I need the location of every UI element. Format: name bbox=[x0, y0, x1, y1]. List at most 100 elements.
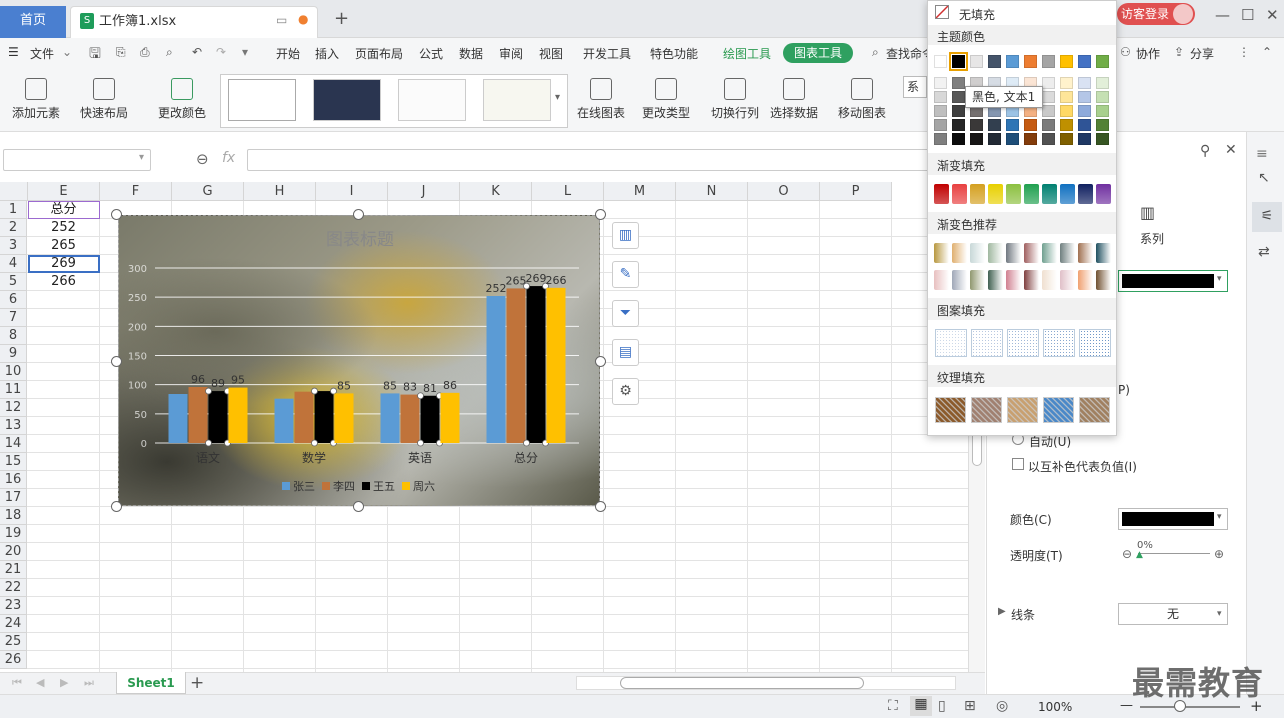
theme-color-1[interactable] bbox=[949, 52, 968, 71]
gradient-rec-a-1[interactable] bbox=[952, 243, 967, 263]
resize-handle-r[interactable] bbox=[595, 356, 606, 367]
theme-shade-0-8[interactable] bbox=[1078, 77, 1091, 89]
row-header-4[interactable]: 4 bbox=[0, 255, 27, 273]
online-chart-button[interactable]: 在线图表 bbox=[570, 78, 632, 121]
gradient-rec-a-3[interactable] bbox=[988, 243, 1003, 263]
horizontal-scroll-thumb[interactable] bbox=[620, 677, 864, 689]
theme-shade-4-8[interactable] bbox=[1078, 133, 1091, 145]
row-header-7[interactable]: 7 bbox=[0, 309, 27, 327]
tab-home[interactable]: 首页 bbox=[0, 6, 66, 38]
theme-shade-2-8[interactable] bbox=[1078, 105, 1091, 117]
pattern-swatch-3[interactable] bbox=[1043, 329, 1075, 357]
strip-collapse-icon[interactable]: ≡ bbox=[1256, 146, 1268, 162]
legend-label-3[interactable]: 周六 bbox=[413, 480, 435, 493]
change-color-button[interactable]: 更改颜色 bbox=[152, 78, 212, 121]
legend-label-0[interactable]: 张三 bbox=[293, 480, 315, 493]
theme-shade-4-5[interactable] bbox=[1024, 133, 1037, 145]
col-header-h[interactable]: H bbox=[244, 182, 316, 201]
chart-online-icon[interactable]: ▤ bbox=[612, 339, 639, 366]
row-header-22[interactable]: 22 bbox=[0, 579, 27, 597]
gradient-rec-b-8[interactable] bbox=[1078, 270, 1093, 290]
minimize-icon[interactable]: — bbox=[1215, 6, 1230, 24]
chart-elements-icon[interactable]: ▥ bbox=[612, 222, 639, 249]
move-chart-button[interactable]: 移动图表 bbox=[834, 78, 890, 121]
gradient-rec-b-6[interactable] bbox=[1042, 270, 1057, 290]
bar-0-3[interactable] bbox=[228, 387, 248, 443]
reading-mode-icon[interactable]: ◎ bbox=[996, 698, 1008, 714]
texture-swatch-3[interactable] bbox=[1043, 397, 1074, 423]
theme-shade-0-9[interactable] bbox=[1096, 77, 1109, 89]
bar-select-handle-1-tl[interactable] bbox=[311, 387, 318, 395]
theme-shade-3-1[interactable] bbox=[952, 119, 965, 131]
menu-formula[interactable]: 公式 bbox=[419, 45, 443, 62]
close-panel-icon[interactable]: ✕ bbox=[1225, 142, 1237, 158]
gradient-rec-b-4[interactable] bbox=[1006, 270, 1021, 290]
redo-icon[interactable]: ↷ bbox=[216, 45, 226, 59]
expand-line-icon[interactable]: ▶ bbox=[998, 606, 1006, 617]
theme-shade-0-0[interactable] bbox=[934, 77, 947, 89]
menu-data[interactable]: 数据 bbox=[459, 45, 483, 62]
row-header-16[interactable]: 16 bbox=[0, 471, 27, 489]
menu-draw-tools[interactable]: 绘图工具 bbox=[723, 45, 771, 62]
sheet-tab-sheet1[interactable]: Sheet1 bbox=[116, 672, 186, 694]
new-tab-icon[interactable]: + bbox=[334, 8, 349, 29]
gradient-rec-b-3[interactable] bbox=[988, 270, 1003, 290]
pattern-swatch-4[interactable] bbox=[1079, 329, 1111, 357]
row-header-10[interactable]: 10 bbox=[0, 363, 27, 381]
no-fill-icon[interactable] bbox=[935, 5, 949, 19]
legend-label-2[interactable]: 王五 bbox=[373, 480, 395, 493]
line-dropdown-icon[interactable]: ▾ bbox=[1217, 604, 1222, 624]
theme-color-7[interactable] bbox=[1060, 55, 1073, 68]
bar-3-3[interactable] bbox=[546, 287, 566, 443]
collab-button[interactable]: 协作 bbox=[1136, 45, 1160, 62]
col-header-m[interactable]: M bbox=[604, 182, 676, 201]
theme-shade-3-6[interactable] bbox=[1042, 119, 1055, 131]
chevron-down-icon[interactable]: ⌄ bbox=[62, 45, 72, 59]
row-header-25[interactable]: 25 bbox=[0, 633, 27, 651]
chart-style-1[interactable] bbox=[228, 79, 296, 121]
theme-color-4[interactable] bbox=[1006, 55, 1019, 68]
theme-shade-2-0[interactable] bbox=[934, 105, 947, 117]
theme-shade-2-6[interactable] bbox=[1042, 105, 1055, 117]
select-data-button[interactable]: 选择数据 bbox=[766, 78, 822, 121]
bar-3-1[interactable] bbox=[506, 288, 526, 443]
line-select[interactable]: 无 ▾ bbox=[1118, 603, 1228, 625]
more-icon[interactable]: ⋮ bbox=[1238, 45, 1250, 59]
gradient-rec-a-5[interactable] bbox=[1024, 243, 1039, 263]
collab-icon[interactable]: ⚇ bbox=[1120, 45, 1131, 59]
menu-home[interactable]: 开始 bbox=[276, 45, 300, 62]
change-type-button[interactable]: 更改类型 bbox=[638, 78, 694, 121]
pattern-swatch-1[interactable] bbox=[971, 329, 1003, 357]
undo-icon[interactable]: ↶ bbox=[192, 45, 202, 59]
row-header-14[interactable]: 14 bbox=[0, 435, 27, 453]
chart-filter-icon[interactable]: ⏷ bbox=[612, 300, 639, 327]
theme-shade-3-2[interactable] bbox=[970, 119, 983, 131]
gradient-swatch-1[interactable] bbox=[952, 184, 967, 204]
more-dropdown-icon[interactable]: ▾ bbox=[242, 45, 248, 59]
bar-1-2[interactable] bbox=[314, 391, 334, 443]
save-icon[interactable]: 🖫 bbox=[89, 43, 101, 67]
color-picker[interactable]: ▾ bbox=[1118, 508, 1228, 530]
name-box-dropdown-icon[interactable]: ▾ bbox=[139, 152, 144, 163]
invert-checkbox[interactable] bbox=[1012, 458, 1024, 470]
hamburger-icon[interactable]: ☰ bbox=[8, 45, 19, 59]
bar-1-3[interactable] bbox=[334, 393, 354, 443]
transform-icon[interactable]: ⇄ bbox=[1258, 244, 1270, 260]
theme-shade-3-5[interactable] bbox=[1024, 119, 1037, 131]
chart-style-brush-icon[interactable]: ✎ bbox=[612, 261, 639, 288]
row-header-8[interactable]: 8 bbox=[0, 327, 27, 345]
theme-shade-2-7[interactable] bbox=[1060, 105, 1073, 117]
gradient-rec-a-6[interactable] bbox=[1042, 243, 1057, 263]
add-sheet-icon[interactable]: + bbox=[190, 673, 204, 693]
theme-shade-3-9[interactable] bbox=[1096, 119, 1109, 131]
gradient-rec-a-4[interactable] bbox=[1006, 243, 1021, 263]
theme-shade-4-4[interactable] bbox=[1006, 133, 1019, 145]
maximize-icon[interactable]: ☐ bbox=[1241, 6, 1254, 24]
gradient-swatch-8[interactable] bbox=[1078, 184, 1093, 204]
normal-view-icon[interactable]: ▦ bbox=[910, 696, 932, 716]
share-icon[interactable]: ⇪ bbox=[1174, 45, 1184, 59]
row-header-5[interactable]: 5 bbox=[0, 273, 27, 291]
property-icon[interactable]: ⚟ bbox=[1252, 202, 1282, 232]
row-header-23[interactable]: 23 bbox=[0, 597, 27, 615]
quick-layout-button[interactable]: 快速布局 bbox=[74, 78, 134, 121]
